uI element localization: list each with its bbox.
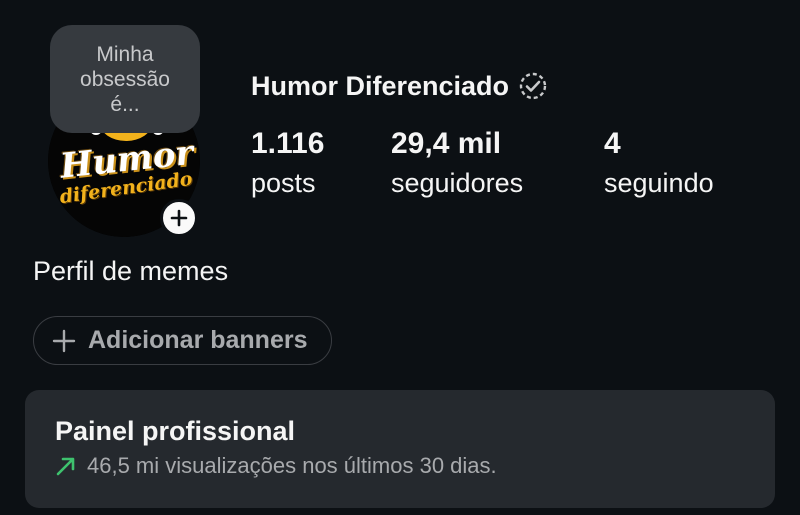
add-story-button[interactable] — [160, 199, 198, 237]
note-bubble[interactable]: Minha obsessão é... — [50, 25, 200, 133]
add-banners-button[interactable]: Adicionar banners — [33, 316, 332, 365]
add-banners-label: Adicionar banners — [88, 326, 308, 354]
profile-page: Humor diferenciado Minha obsessão é... H… — [0, 0, 800, 515]
followers-count: 29,4 mil — [391, 127, 502, 160]
plus-icon — [52, 329, 76, 352]
profile-bio: Perfil de memes — [33, 256, 229, 286]
plus-icon — [170, 209, 188, 227]
stat-posts[interactable]: 1.116 posts — [251, 125, 324, 203]
trend-up-arrow-icon — [56, 457, 75, 476]
stat-followers[interactable]: 29,4 mil seguidores — [391, 125, 523, 203]
followers-label: seguidores — [391, 168, 524, 198]
username-text: Humor Diferenciado — [251, 70, 510, 101]
posts-label: posts — [251, 168, 316, 198]
following-label: seguindo — [604, 168, 714, 198]
panel-title: Painel profissional — [55, 416, 296, 446]
note-text: Minha obsessão é... — [80, 42, 170, 116]
views-summary: 46,5 mi visualizações nos últimos 30 dia… — [87, 453, 497, 478]
professional-dashboard-card[interactable]: Painel profissional 46,5 mi visualizaçõe… — [25, 390, 775, 508]
following-count: 4 — [604, 127, 621, 160]
stat-following[interactable]: 4 seguindo — [604, 125, 714, 203]
verified-badge-icon — [519, 72, 547, 100]
posts-count: 1.116 — [251, 127, 325, 160]
profile-username: Humor Diferenciado — [251, 70, 549, 102]
panel-subtitle: 46,5 mi visualizações nos últimos 30 dia… — [55, 453, 497, 479]
